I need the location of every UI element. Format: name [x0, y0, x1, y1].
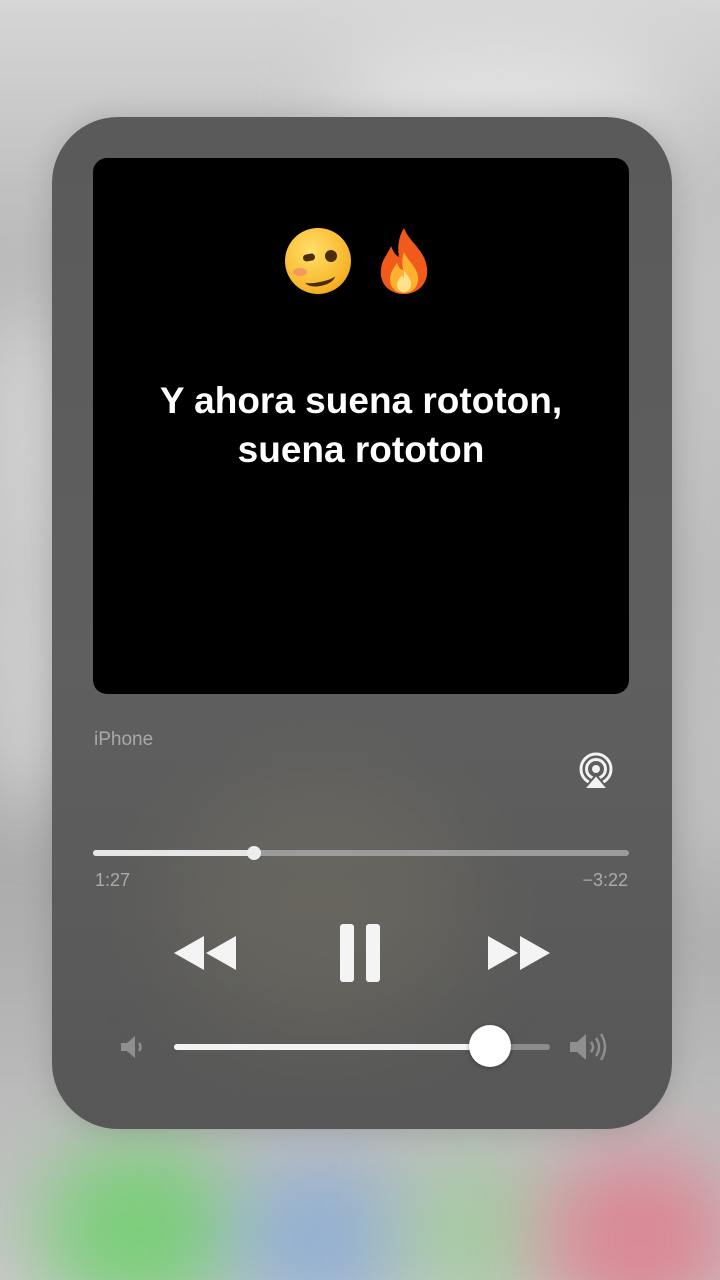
airplay-icon[interactable] [576, 751, 616, 791]
fire-icon [369, 226, 439, 296]
artwork-emojis [93, 226, 629, 296]
volume-slider[interactable] [174, 1025, 550, 1067]
pause-button[interactable] [334, 922, 386, 984]
elapsed-time: 1:27 [95, 870, 131, 890]
lyrics-text: Y ahora suena rototon, suena rototon [159, 380, 563, 470]
speaker-high-icon [568, 1030, 614, 1064]
speaker-low-icon [118, 1032, 148, 1062]
now-playing-card: Y ahora suena rototon, suena rototon iPh… [52, 117, 672, 1129]
output-device-label: iPhone [94, 729, 154, 750]
playback-scrubber[interactable] [93, 846, 629, 860]
woozy-face-icon [283, 226, 353, 296]
fast-forward-icon [488, 936, 550, 970]
fast-forward-button[interactable] [484, 922, 554, 984]
pause-icon [340, 924, 380, 982]
volume-fill [174, 1044, 490, 1050]
rewind-icon [174, 936, 236, 970]
scrubber-elapsed-fill [93, 850, 254, 856]
volume-knob[interactable] [468, 1025, 511, 1067]
rewind-button[interactable] [170, 922, 240, 984]
scrubber-knob[interactable] [246, 846, 261, 860]
album-artwork[interactable]: Y ahora suena rototon, suena rototon [93, 158, 629, 694]
remaining-time: −3:22 [582, 870, 628, 890]
